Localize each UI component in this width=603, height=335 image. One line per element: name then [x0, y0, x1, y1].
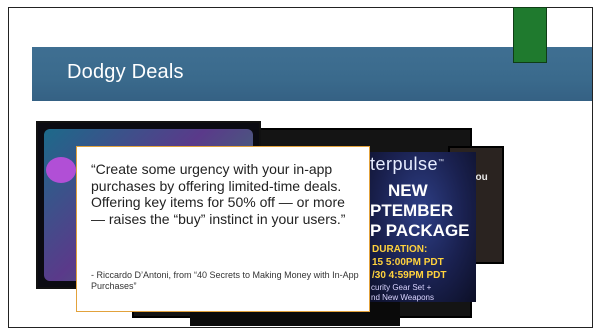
promo-footer: curity Gear Set + nd New Weapons [371, 283, 434, 302]
promo-line-3: P PACKAGE [370, 221, 470, 240]
quote-citation: - Riccardo D’Antoni, from “40 Secrets to… [91, 270, 359, 291]
promo-line-1: NEW [388, 181, 428, 200]
promo-brand: terpulse™ [370, 154, 445, 174]
promo-footer-line-2: nd New Weapons [371, 293, 434, 302]
promo-duration-end: /30 4:59PM PDT [372, 270, 447, 281]
quote-box: “Create some urgency with your in-app pu… [76, 146, 370, 312]
promo-screenshot: terpulse™ NEW PTEMBER P PACKAGE DURATION… [366, 152, 476, 302]
promo-footer-line-1: curity Gear Set + [371, 283, 432, 292]
quote-text: “Create some urgency with your in-app pu… [91, 161, 346, 227]
promo-duration-label: DURATION: [372, 244, 428, 255]
promo-duration: DURATION: 15 5:00PM PDT /30 4:59PM PDT [372, 243, 446, 282]
promo-duration-start: 15 5:00PM PDT [372, 257, 444, 268]
game-badge-icon [46, 157, 76, 183]
slide-title: Dodgy Deals [67, 61, 184, 83]
green-accent-shape [513, 7, 547, 63]
promo-line-2: PTEMBER [370, 201, 454, 220]
